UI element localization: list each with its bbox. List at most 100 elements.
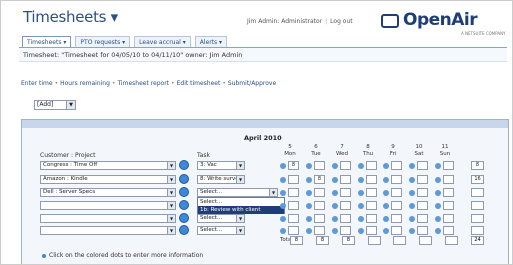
hour-input[interactable] [314, 226, 325, 235]
project-select[interactable]: Congress : Time Off ▼ [40, 161, 176, 170]
chevron-down-icon[interactable]: ▼ [167, 189, 175, 196]
hour-input[interactable] [366, 161, 377, 170]
hour-input[interactable] [366, 201, 377, 210]
cell-info-dot-icon[interactable] [435, 228, 441, 234]
hour-input[interactable] [288, 188, 299, 197]
cell-info-dot-icon[interactable] [280, 203, 286, 209]
hour-input[interactable] [366, 214, 377, 223]
dropdown-option[interactable]: Select... [198, 198, 284, 206]
chevron-down-icon[interactable]: ▼ [167, 215, 175, 222]
project-select[interactable]: Dell : Server Specs ▼ [40, 188, 176, 197]
cell-info-dot-icon[interactable] [383, 190, 389, 196]
task-select[interactable]: Select... ▼ [197, 226, 245, 235]
dropdown-option-highlighted[interactable]: 1b: Review with client [198, 206, 284, 214]
cell-info-dot-icon[interactable] [358, 216, 364, 222]
hour-input[interactable]: 8 [288, 161, 299, 170]
subnav-enter-time[interactable]: Enter time [21, 80, 53, 87]
cell-info-dot-icon[interactable] [358, 203, 364, 209]
hour-input[interactable] [288, 201, 299, 210]
hour-input[interactable] [340, 161, 351, 170]
cell-info-dot-icon[interactable] [358, 177, 364, 183]
info-dot-icon[interactable] [179, 213, 189, 223]
info-dot-icon[interactable] [179, 225, 189, 235]
chevron-down-icon[interactable]: ▼ [167, 162, 175, 169]
task-select[interactable]: 3: Vac ▼ [197, 161, 245, 170]
cell-info-dot-icon[interactable] [435, 203, 441, 209]
cell-info-dot-icon[interactable] [409, 203, 415, 209]
hour-input[interactable] [443, 214, 454, 223]
hour-input[interactable] [417, 214, 428, 223]
hour-input[interactable] [366, 226, 377, 235]
cell-info-dot-icon[interactable] [332, 228, 338, 234]
info-dot-icon[interactable] [179, 174, 189, 184]
cell-info-dot-icon[interactable] [280, 190, 286, 196]
project-select[interactable]: ▼ [40, 214, 176, 223]
cell-info-dot-icon[interactable] [280, 228, 286, 234]
cell-info-dot-icon[interactable] [409, 190, 415, 196]
hour-input[interactable] [340, 214, 351, 223]
logout-link[interactable]: Log out [330, 18, 352, 25]
cell-info-dot-icon[interactable] [332, 177, 338, 183]
hour-input[interactable] [443, 201, 454, 210]
hour-input[interactable] [391, 188, 402, 197]
hour-input[interactable] [340, 175, 351, 184]
hour-input[interactable]: 8 [314, 175, 325, 184]
cell-info-dot-icon[interactable] [306, 163, 312, 169]
hour-input[interactable] [417, 201, 428, 210]
hour-input[interactable] [314, 214, 325, 223]
chevron-down-icon[interactable]: ▼ [236, 227, 244, 234]
hour-input[interactable] [340, 226, 351, 235]
cell-info-dot-icon[interactable] [383, 203, 389, 209]
hour-input[interactable] [288, 175, 299, 184]
cell-info-dot-icon[interactable] [409, 177, 415, 183]
hour-input[interactable] [391, 214, 402, 223]
hour-input[interactable] [391, 175, 402, 184]
chevron-down-icon[interactable]: ▼ [167, 176, 175, 183]
hour-input[interactable] [366, 175, 377, 184]
hour-input[interactable] [417, 188, 428, 197]
cell-info-dot-icon[interactable] [306, 203, 312, 209]
info-dot-icon[interactable] [179, 187, 189, 197]
chevron-down-icon[interactable]: ▼ [167, 202, 175, 209]
cell-info-dot-icon[interactable] [358, 228, 364, 234]
chevron-down-icon[interactable]: ▼ [167, 227, 175, 234]
hour-input[interactable] [314, 161, 325, 170]
cell-info-dot-icon[interactable] [332, 163, 338, 169]
cell-info-dot-icon[interactable] [306, 177, 312, 183]
project-select[interactable]: ▼ [40, 226, 176, 235]
cell-info-dot-icon[interactable] [435, 190, 441, 196]
hour-input[interactable] [288, 226, 299, 235]
project-select[interactable]: ▼ [40, 201, 176, 210]
cell-info-dot-icon[interactable] [306, 216, 312, 222]
task-select[interactable]: 8: Write survey ▼ [197, 175, 245, 184]
chevron-down-icon[interactable]: ▼ [236, 162, 244, 169]
hour-input[interactable] [443, 188, 454, 197]
cell-info-dot-icon[interactable] [280, 216, 286, 222]
cell-info-dot-icon[interactable] [409, 163, 415, 169]
hour-input[interactable] [443, 175, 454, 184]
info-dot-icon[interactable] [179, 160, 189, 170]
subnav-timesheet-report[interactable]: Timesheet report [117, 80, 169, 87]
hour-input[interactable] [417, 161, 428, 170]
cell-info-dot-icon[interactable] [332, 216, 338, 222]
hour-input[interactable] [340, 201, 351, 210]
chevron-down-icon[interactable]: ▼ [236, 176, 244, 183]
hour-input[interactable] [314, 188, 325, 197]
task-select-open[interactable]: Select... ▼ [197, 188, 278, 197]
chevron-down-icon[interactable]: ▼ [236, 215, 244, 222]
cell-info-dot-icon[interactable] [383, 163, 389, 169]
hour-input[interactable] [391, 201, 402, 210]
cell-info-dot-icon[interactable] [332, 203, 338, 209]
cell-info-dot-icon[interactable] [409, 228, 415, 234]
hour-input[interactable] [391, 226, 402, 235]
project-select[interactable]: Amazon : Kindle ▼ [40, 175, 176, 184]
cell-info-dot-icon[interactable] [435, 177, 441, 183]
cell-info-dot-icon[interactable] [358, 190, 364, 196]
task-select[interactable]: Select... ▼ [197, 214, 245, 223]
chevron-down-icon[interactable]: ▼ [66, 101, 75, 109]
cell-info-dot-icon[interactable] [280, 163, 286, 169]
cell-info-dot-icon[interactable] [306, 228, 312, 234]
subnav-hours-remaining[interactable]: Hours remaining [60, 80, 110, 87]
cell-info-dot-icon[interactable] [383, 216, 389, 222]
subnav-submit-approve[interactable]: Submit/Approve [228, 80, 276, 87]
